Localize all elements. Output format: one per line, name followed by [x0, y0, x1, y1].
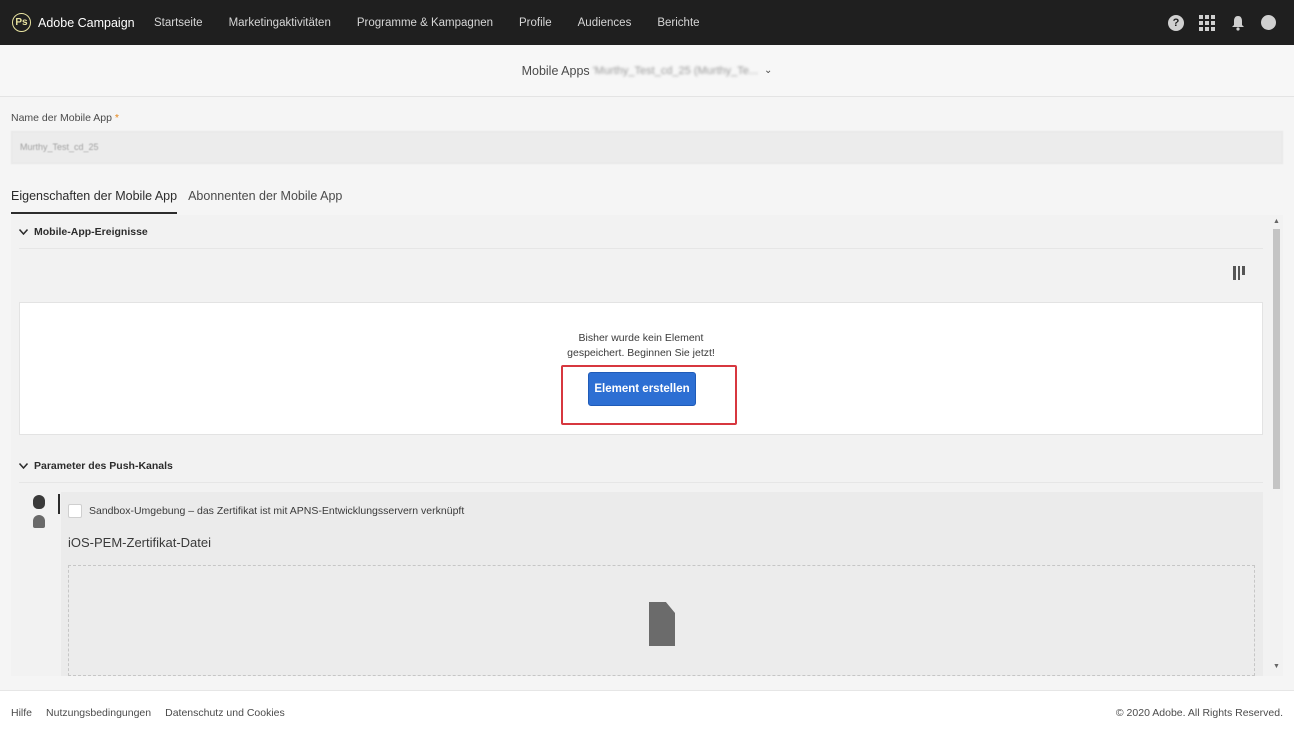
- nav-link-programme-kampagnen[interactable]: Programme & Kampagnen: [357, 17, 493, 29]
- push-section-title: Parameter des Push-Kanals: [34, 460, 173, 472]
- events-toolbar: [19, 248, 1263, 296]
- help-icon[interactable]: ?: [1168, 14, 1184, 31]
- apple-icon[interactable]: [33, 495, 45, 509]
- chevron-down-icon[interactable]: [18, 227, 29, 238]
- certificate-dropzone[interactable]: [68, 565, 1255, 676]
- app-name: Adobe Campaign: [38, 15, 135, 30]
- breadcrumb[interactable]: Mobile Apps 'Murthy_Test_cd_25 (Murthy_T…: [0, 45, 1294, 97]
- empty-state-line-1: Bisher wurde kein Element: [578, 332, 704, 344]
- tab-bar: Eigenschaften der Mobile App Abonnenten …: [11, 185, 353, 214]
- top-navigation: Ps Adobe Campaign Startseite Marketingak…: [0, 0, 1294, 45]
- platform-switcher: [33, 495, 61, 534]
- events-section-header[interactable]: Mobile-App-Ereignisse: [18, 226, 148, 238]
- nav-link-marketingaktivitaeten[interactable]: Marketingaktivitäten: [229, 17, 331, 29]
- sandbox-checkbox[interactable]: [68, 504, 82, 518]
- events-empty-state: Bisher wurde kein Element gespeichert. B…: [19, 302, 1263, 435]
- sandbox-label: Sandbox-Umgebung – das Zertifikat ist mi…: [89, 505, 465, 517]
- create-element-button[interactable]: Element erstellen: [588, 372, 696, 406]
- footer: Hilfe Nutzungsbedingungen Datenschutz un…: [0, 690, 1294, 733]
- nav-link-audiences[interactable]: Audiences: [578, 17, 632, 29]
- android-icon[interactable]: [33, 515, 45, 528]
- chevron-down-icon[interactable]: [18, 461, 29, 472]
- nav-link-berichte[interactable]: Berichte: [657, 17, 699, 29]
- scroll-up-icon[interactable]: ▲: [1273, 218, 1280, 225]
- scrollbar-thumb[interactable]: [1273, 229, 1280, 489]
- ios-settings: Sandbox-Umgebung – das Zertifikat ist mi…: [61, 492, 1263, 676]
- tab-eigenschaften[interactable]: Eigenschaften der Mobile App: [11, 185, 178, 214]
- nav-link-startseite[interactable]: Startseite: [154, 17, 203, 29]
- brand[interactable]: Ps Adobe Campaign: [12, 13, 154, 32]
- breadcrumb-label: Mobile Apps: [521, 63, 590, 78]
- nav-icons: ?: [1153, 0, 1276, 45]
- properties-panel: Mobile-App-Ereignisse Bisher wurde kein …: [11, 215, 1283, 676]
- notification-bell-icon[interactable]: [1230, 15, 1246, 31]
- app-name-field[interactable]: Murthy_Test_cd_25: [11, 131, 1283, 164]
- footer-links: Hilfe Nutzungsbedingungen Datenschutz un…: [11, 707, 299, 719]
- app-switcher-icon[interactable]: [1199, 14, 1215, 31]
- nav-link-profile[interactable]: Profile: [519, 17, 552, 29]
- footer-link-datenschutz[interactable]: Datenschutz und Cookies: [165, 707, 285, 719]
- events-section-title: Mobile-App-Ereignisse: [34, 226, 148, 238]
- empty-state-message: Bisher wurde kein Element gespeichert. B…: [20, 331, 1262, 361]
- certificate-title: iOS-PEM-Zertifikat-Datei: [68, 535, 212, 550]
- push-section-header[interactable]: Parameter des Push-Kanals: [18, 460, 173, 472]
- active-platform-indicator: [58, 494, 60, 514]
- adobe-campaign-logo-icon: Ps: [12, 13, 31, 32]
- breadcrumb-value: 'Murthy_Test_cd_25 (Murthy_Te...: [592, 64, 759, 77]
- copyright: © 2020 Adobe. All Rights Reserved.: [1115, 707, 1283, 719]
- divider: [19, 482, 1263, 483]
- footer-link-nutzungsbedingungen[interactable]: Nutzungsbedingungen: [46, 707, 151, 719]
- required-marker: *: [114, 112, 119, 124]
- user-avatar-icon[interactable]: [1261, 15, 1276, 30]
- empty-state-line-2: gespeichert. Beginnen Sie jetzt!: [567, 347, 715, 359]
- nav-links: Startseite Marketingaktivitäten Programm…: [154, 17, 726, 29]
- app-name-field-label: Name der Mobile App *: [11, 112, 119, 124]
- column-settings-icon[interactable]: [1233, 266, 1247, 280]
- scroll-down-icon[interactable]: ▼: [1273, 663, 1280, 670]
- sandbox-option[interactable]: Sandbox-Umgebung – das Zertifikat ist mi…: [68, 504, 464, 518]
- file-icon: [649, 602, 675, 646]
- panel-scrollbar[interactable]: ▲ ▼: [1270, 215, 1283, 676]
- tab-abonnenten[interactable]: Abonnenten der Mobile App: [188, 185, 342, 214]
- chevron-down-icon[interactable]: ⌄: [764, 65, 772, 76]
- app-name-label-text: Name der Mobile App: [11, 112, 112, 124]
- footer-link-hilfe[interactable]: Hilfe: [11, 707, 32, 719]
